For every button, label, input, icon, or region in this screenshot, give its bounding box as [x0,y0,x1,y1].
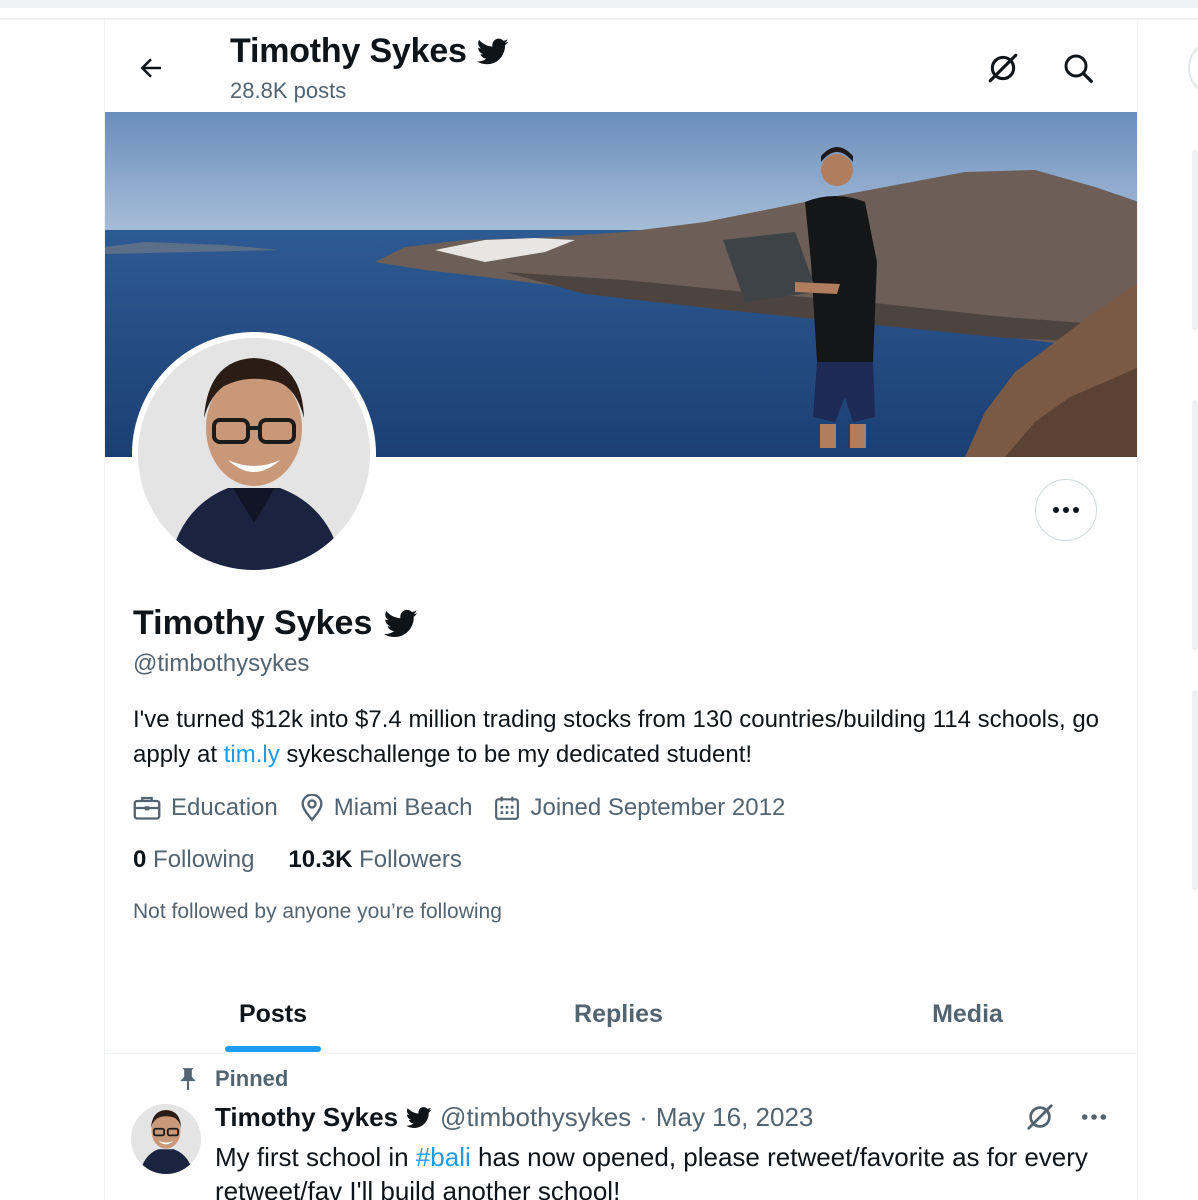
twitter-bird-icon [406,1106,432,1128]
profile-tabs: Posts Replies Media [105,974,1137,1054]
location-item: Miami Beach [300,794,473,822]
tab-label: Media [932,999,1003,1028]
twitter-bird-icon [384,609,418,637]
edge-button[interactable] [1188,40,1198,96]
profile-header: Timothy Sykes 28.8K posts [105,20,1137,112]
grok-icon [988,53,1018,83]
post-author-name[interactable]: Timothy Sykes [215,1102,398,1133]
hashtag-link[interactable]: #bali [416,1142,471,1172]
pinned-indicator: Pinned [177,1066,288,1092]
browser-top-strip [0,0,1198,8]
profile-display-name: Timothy Sykes [133,604,373,642]
pinned-label: Pinned [215,1066,289,1091]
more-button[interactable] [1035,479,1097,541]
post-date[interactable]: May 16, 2023 [656,1102,814,1133]
active-tab-indicator [225,1046,321,1052]
tab-label: Replies [574,999,663,1028]
profile-column: Timothy Sykes 28.8K posts Timothy Sykes … [104,20,1138,1200]
profile-bio: I've turned $12k into $7.4 million tradi… [133,702,1113,772]
search-button[interactable] [1056,46,1100,90]
grok-icon[interactable] [1025,1102,1055,1132]
location-pin-icon [301,794,323,822]
edge-panel [1192,400,1198,650]
avatar-image [138,338,370,570]
header-name: Timothy Sykes [230,32,467,70]
more-horizontal-icon [1053,507,1079,513]
joined-label: Joined September 2012 [530,794,786,821]
header-title: Timothy Sykes [230,32,509,71]
search-icon [1064,54,1093,83]
grok-button[interactable] [981,46,1025,90]
post-avatar[interactable] [131,1104,201,1174]
edge-panel [1192,690,1198,890]
tab-media[interactable]: Media [796,974,1137,1054]
post-header: Timothy Sykes @timbothysykes · May 16, 2… [215,1102,813,1133]
following-link[interactable]: 0 Following [133,846,254,874]
profile-name: Timothy Sykes [133,604,418,643]
post-author-handle[interactable]: @timbothysykes [440,1102,631,1133]
tab-replies[interactable]: Replies [441,974,796,1054]
back-button[interactable] [129,46,173,90]
profile-avatar[interactable] [132,332,376,576]
followers-count: 10.3K [288,846,353,873]
bio-text-end: sykeschallenge to be my dedicated studen… [279,741,753,768]
tab-posts[interactable]: Posts [105,974,441,1054]
more-horizontal-icon[interactable] [1081,1113,1107,1121]
post-separator: · [639,1102,648,1132]
location-label: Miami Beach [333,794,473,821]
briefcase-icon [133,796,161,820]
twitter-bird-icon [476,38,509,64]
joined-item: Joined September 2012 [494,794,785,822]
follow-stats: 0 Following 10.3K Followers [133,846,462,874]
tab-label: Posts [238,999,308,1028]
category-item: Education [133,794,278,822]
followers-label: Followers [359,846,462,873]
followers-link[interactable]: 10.3K Followers [288,846,461,874]
calendar-icon [495,796,520,820]
profile-meta: Education Miami Beach Joined September 2… [133,792,785,824]
pin-icon [180,1068,196,1090]
post-avatar-image [131,1104,201,1174]
profile-handle: @timbothysykes [133,650,310,677]
post-text: My first school in #bali has now opened,… [215,1140,1095,1200]
bio-link[interactable]: tim.ly [224,741,280,768]
arrow-left-icon [140,58,161,78]
post-actions [1025,1102,1107,1132]
edge-panel [1192,150,1198,330]
not-followed-text: Not followed by anyone you’re following [133,900,502,923]
category-label: Education [171,794,278,821]
header-post-count: 28.8K posts [230,78,347,103]
following-label: Following [153,846,255,873]
post-text-start: My first school in [215,1142,416,1172]
following-count: 0 [133,846,147,873]
